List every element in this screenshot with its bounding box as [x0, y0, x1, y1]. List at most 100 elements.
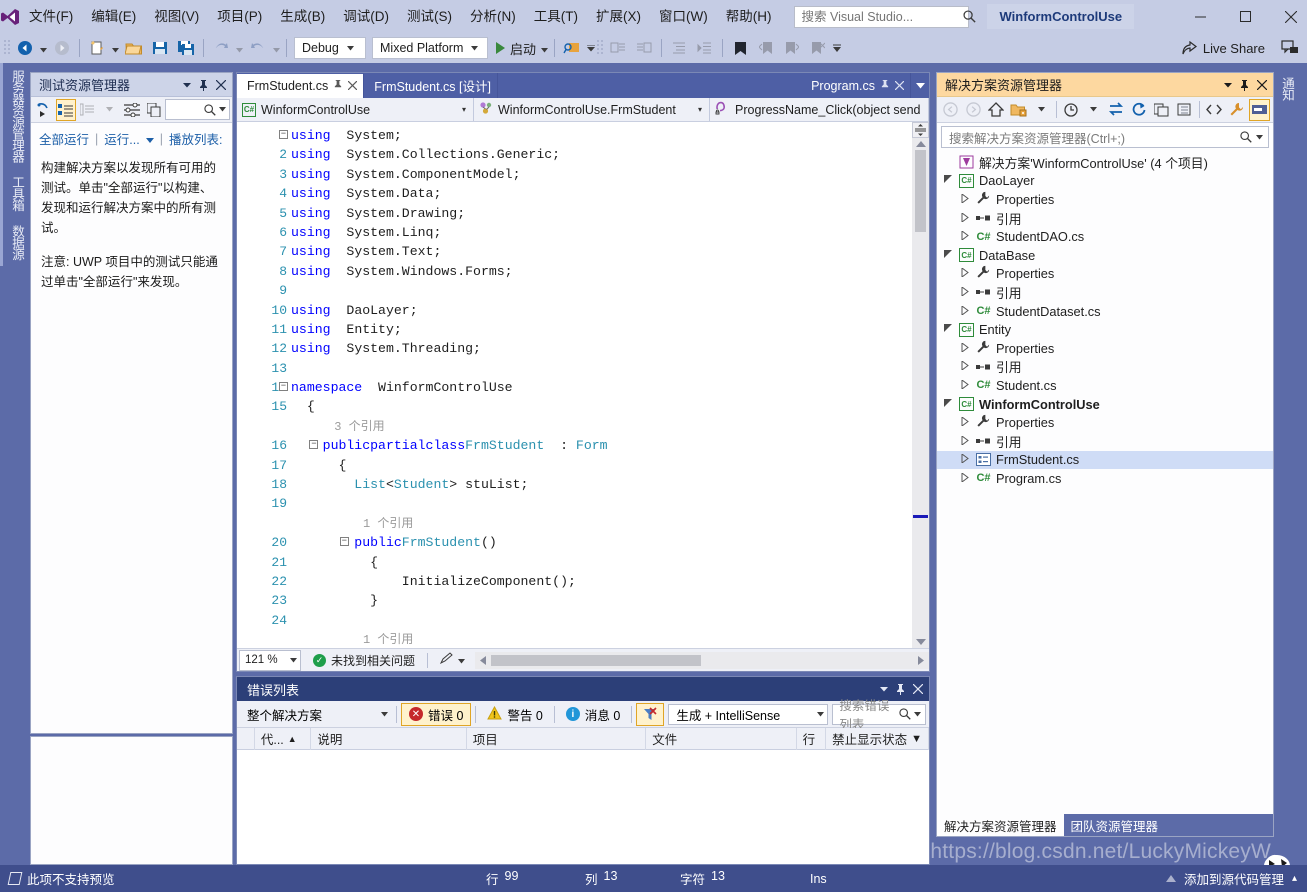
- column-suppression-state[interactable]: 禁止显示状态 ▼: [826, 727, 930, 750]
- twisty-collapsed-icon[interactable]: [960, 304, 971, 317]
- list-view-icon[interactable]: [55, 98, 77, 121]
- fold-toggle-icon[interactable]: −: [279, 130, 288, 139]
- error-list-rows[interactable]: [237, 750, 929, 864]
- twisty-expanded-icon[interactable]: [943, 249, 954, 261]
- column-project[interactable]: 项目: [467, 727, 647, 750]
- pin-icon[interactable]: [195, 76, 212, 94]
- twisty-collapsed-icon[interactable]: [960, 192, 971, 205]
- maximize-button[interactable]: [1223, 0, 1268, 33]
- error-scope-combo[interactable]: 整个解决方案: [240, 703, 392, 725]
- find-dropdown[interactable]: [585, 37, 596, 59]
- tree-item-[interactable]: 引用: [937, 283, 1273, 302]
- refresh-icon[interactable]: [1129, 99, 1150, 121]
- editor-vertical-scrollbar[interactable]: [912, 122, 929, 648]
- messages-filter-button[interactable]: i 消息 0: [559, 703, 627, 726]
- navbar-member-combo[interactable]: ProgressName_Click(object send ▾: [710, 98, 929, 121]
- back-icon[interactable]: [940, 99, 961, 121]
- tree-item-studentdataset.cs[interactable]: C# StudentDataset.cs: [937, 302, 1273, 321]
- twisty-collapsed-icon[interactable]: [960, 267, 971, 279]
- minimize-button[interactable]: [1178, 0, 1223, 33]
- twisty-collapsed-icon[interactable]: [960, 285, 971, 298]
- pin-icon[interactable]: [333, 79, 343, 93]
- twisty-collapsed-icon[interactable]: [960, 378, 971, 391]
- menu-edit[interactable]: 编辑(E): [82, 4, 145, 29]
- navigate-back-icon[interactable]: [13, 36, 37, 60]
- find-in-files-icon[interactable]: [560, 36, 584, 60]
- chevron-down-icon[interactable]: [178, 76, 195, 94]
- warnings-filter-button[interactable]: 警告 0: [480, 703, 549, 726]
- run-tests-link[interactable]: 运行...: [104, 129, 139, 148]
- tree-item-properties[interactable]: Properties: [937, 190, 1273, 209]
- menu-debug[interactable]: 调试(D): [334, 4, 398, 29]
- forward-icon[interactable]: [963, 99, 984, 121]
- editor-code-text[interactable]: − using System; using System.Collections.G…: [279, 122, 929, 648]
- tree-item-properties[interactable]: Properties: [937, 339, 1273, 358]
- vs-search-box[interactable]: [794, 5, 977, 28]
- home-icon[interactable]: [985, 99, 1006, 121]
- tree-item-[interactable]: 引用: [937, 209, 1273, 228]
- pin-icon[interactable]: [1236, 76, 1253, 94]
- clear-bookmarks-icon[interactable]: [806, 36, 830, 60]
- group-by-icon[interactable]: [78, 99, 98, 121]
- twisty-collapsed-icon[interactable]: [960, 453, 971, 465]
- fold-toggle-icon[interactable]: −: [279, 382, 288, 392]
- sync-with-active-document-icon[interactable]: [1106, 99, 1127, 121]
- menu-build[interactable]: 生成(B): [271, 4, 334, 29]
- save-icon[interactable]: [148, 36, 172, 60]
- twisty-collapsed-icon[interactable]: [960, 341, 971, 354]
- editor-horizontal-scrollbar[interactable]: [475, 651, 929, 669]
- error-source-combo[interactable]: 生成 + IntelliSense: [668, 703, 829, 725]
- group-by-dropdown-icon[interactable]: [100, 99, 120, 121]
- run-all-tests-link[interactable]: 全部运行: [39, 129, 89, 148]
- solution-configuration-combo[interactable]: Debug: [294, 37, 366, 59]
- next-bookmark-icon[interactable]: [780, 36, 804, 60]
- uncomment-selection-icon[interactable]: [632, 36, 656, 60]
- live-share-button[interactable]: Live Share: [1173, 38, 1273, 59]
- tree-item-[interactable]: 引用: [937, 358, 1273, 377]
- tab-frmstudent-cs[interactable]: FrmStudent.cs: [237, 73, 365, 98]
- close-icon[interactable]: [212, 76, 229, 94]
- editor-zoom-combo[interactable]: 121 %: [239, 649, 301, 671]
- vtab-server-explorer[interactable]: 服务器资源管理器: [0, 63, 31, 169]
- twisty-expanded-icon[interactable]: [943, 175, 954, 186]
- column-line[interactable]: 行: [797, 727, 827, 750]
- column-code[interactable]: 代... ▲: [255, 727, 312, 750]
- chevron-down-icon[interactable]: ▾: [693, 105, 707, 114]
- toolbar-overflow-button[interactable]: [831, 37, 842, 59]
- close-icon[interactable]: [1253, 76, 1270, 94]
- fold-toggle-icon[interactable]: −: [339, 537, 349, 547]
- undo-dropdown[interactable]: [234, 37, 245, 59]
- split-view-button[interactable]: [912, 122, 929, 138]
- save-all-icon[interactable]: [174, 36, 198, 60]
- tree-item-winformcontroluse[interactable]: C# WinformControlUse: [937, 395, 1273, 414]
- column-file[interactable]: 文件: [646, 727, 797, 750]
- tree-item-entity[interactable]: C# Entity: [937, 320, 1273, 339]
- scroll-up-arrow[interactable]: [915, 141, 926, 147]
- copy-icon[interactable]: [144, 99, 164, 121]
- menu-window[interactable]: 窗口(W): [650, 4, 717, 29]
- scroll-down-arrow[interactable]: [915, 639, 926, 645]
- vtab-notifications[interactable]: 通知: [1270, 71, 1304, 106]
- chevron-down-icon[interactable]: ▾: [457, 105, 471, 114]
- menu-file[interactable]: 文件(F): [20, 4, 82, 29]
- new-project-dropdown[interactable]: [110, 37, 121, 59]
- tree-item-daolayer[interactable]: C# DaoLayer: [937, 172, 1273, 191]
- expand-icon[interactable]: ▴: [1292, 873, 1297, 884]
- chevron-down-icon[interactable]: [145, 132, 154, 146]
- tree-item-properties[interactable]: Properties: [937, 265, 1273, 284]
- menu-extensions[interactable]: 扩展(X): [587, 4, 650, 29]
- increase-indent-icon[interactable]: [693, 36, 717, 60]
- scroll-right-arrow[interactable]: [913, 655, 929, 665]
- menu-tools[interactable]: 工具(T): [525, 4, 587, 29]
- tree-item-database[interactable]: C# DataBase: [937, 246, 1273, 265]
- error-search-box[interactable]: 搜索错误列表: [832, 699, 926, 732]
- filter-icon[interactable]: ▼: [911, 733, 922, 745]
- chevron-down-icon[interactable]: [1219, 76, 1236, 94]
- twisty-expanded-icon[interactable]: [943, 398, 954, 410]
- fold-toggle-icon[interactable]: −: [309, 440, 319, 450]
- run-tests-icon[interactable]: [34, 99, 54, 121]
- errors-filter-button[interactable]: ✕ 错误 0: [401, 702, 472, 726]
- decrease-indent-icon[interactable]: [667, 36, 691, 60]
- tree-item-student.cs[interactable]: C# Student.cs: [937, 376, 1273, 395]
- toolbar-grip[interactable]: [3, 39, 12, 57]
